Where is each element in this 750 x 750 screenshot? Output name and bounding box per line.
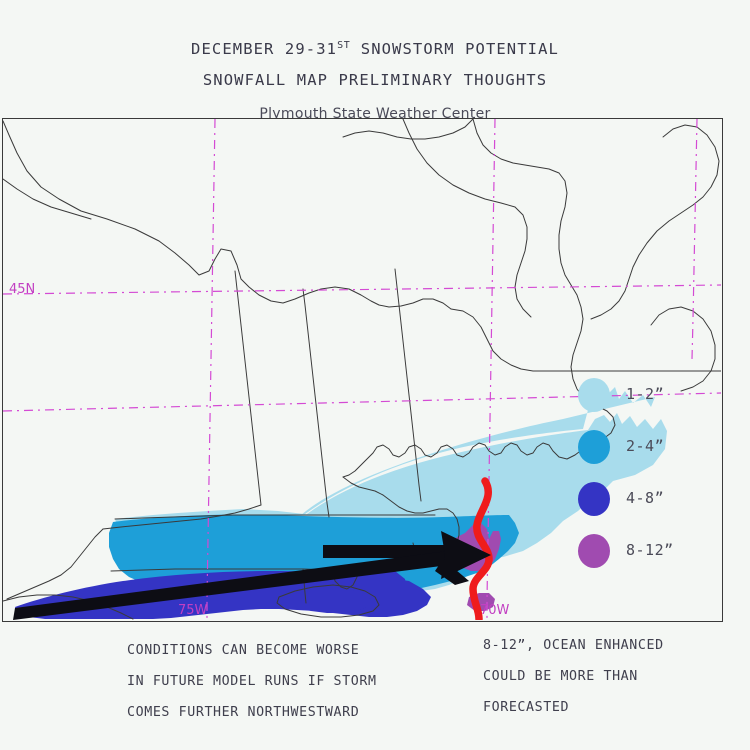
legend-label-3: 4-8”	[626, 489, 665, 507]
note-right-line-1: 8-12”, OCEAN ENHANCED	[483, 638, 664, 653]
ontario-inland-border	[3, 178, 92, 220]
us-canada-border	[450, 308, 721, 372]
title-line-1-superscript: ST	[337, 40, 351, 51]
legend-label-1: 1-2”	[626, 385, 665, 403]
title-line-1-pre: DECEMBER 29-31	[191, 40, 338, 59]
legend-swatch-icon-2	[578, 430, 610, 464]
northern-maine-border	[342, 119, 474, 140]
legend-item: 4-8”	[578, 482, 738, 530]
note-right-line-3: FORECASTED	[483, 700, 570, 715]
title-line-2: SNOWFALL MAP PRELIMINARY THOUGHTS	[202, 71, 548, 90]
legend-swatch-icon-3	[578, 482, 610, 516]
longitude-label-75w: 75W	[178, 603, 208, 618]
snowfall-legend: 1-2” 2-4” 4-8” 8-12”	[578, 378, 738, 586]
note-left-block: CONDITIONS CAN BECOME WORSE IN FUTURE MO…	[127, 635, 377, 728]
legend-item: 2-4”	[578, 430, 738, 478]
legend-swatch-icon-4	[578, 534, 610, 568]
great-lakes-shore	[3, 120, 452, 310]
latitude-45n-line	[3, 284, 721, 295]
ny-vt-border	[234, 270, 262, 506]
note-left-line-3: COMES FURTHER NORTHWESTWARD	[127, 705, 360, 720]
legend-item: 1-2”	[578, 378, 738, 426]
title-line-1-post: SNOWSTORM POTENTIAL	[350, 40, 559, 59]
snowfall-forecast-map-page: DECEMBER 29-31ST SNOWSTORM POTENTIAL SNO…	[0, 0, 750, 750]
nova-scotia-outline	[590, 124, 720, 320]
legend-item: 8-12”	[578, 534, 738, 582]
longitude-65w-line	[691, 119, 698, 360]
note-right-block: 8-12”, OCEAN ENHANCED COULD BE MORE THAN…	[483, 630, 664, 723]
longitude-label-70w: 70W	[480, 603, 510, 618]
note-right-line-2: COULD BE MORE THAN	[483, 669, 638, 684]
note-left-line-1: CONDITIONS CAN BECOME WORSE	[127, 643, 360, 658]
title-block: DECEMBER 29-31ST SNOWSTORM POTENTIAL SNO…	[0, 30, 750, 96]
legend-label-2: 2-4”	[626, 437, 665, 455]
legend-swatch-icon-1	[578, 378, 610, 412]
snowfall-bands	[15, 387, 667, 619]
title-line-1: DECEMBER 29-31ST SNOWSTORM POTENTIAL	[0, 30, 750, 65]
note-left-line-2: IN FUTURE MODEL RUNS IF STORM	[127, 674, 377, 689]
latitude-label-45n: 45N	[9, 282, 35, 297]
legend-label-4: 8-12”	[626, 541, 674, 559]
